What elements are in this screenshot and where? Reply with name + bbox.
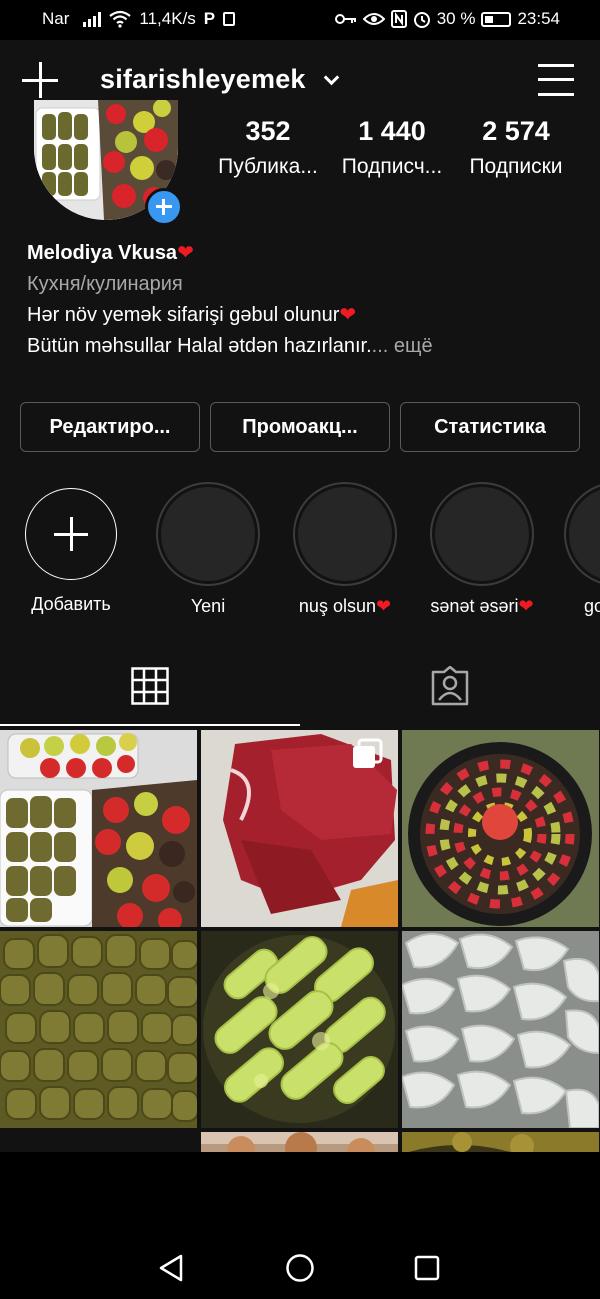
edit-profile-button[interactable]: Редактиро... <box>20 402 200 452</box>
highlight-label: nuş olsun <box>298 596 376 616</box>
highlight-ring <box>564 482 600 586</box>
profile-screen: sifarishleyemek 352 Публика... 1 440 Под… <box>0 40 600 1152</box>
status-left: Nar 11,4K/s P <box>42 9 236 29</box>
stat-following[interactable]: 2 574 Подписки <box>451 116 581 179</box>
bio-text: Hər növ yemək sifarişi gəbul olunur <box>27 304 340 326</box>
username-title[interactable]: sifarishleyemek <box>100 64 306 95</box>
promotions-button[interactable]: Промоакц... <box>210 402 390 452</box>
plus-icon <box>54 517 88 551</box>
insights-button[interactable]: Статистика <box>400 402 580 452</box>
post-thumbnail[interactable] <box>0 931 197 1128</box>
heart-emoji: ❤ <box>375 596 392 616</box>
highlight-label: Добавить <box>31 594 111 614</box>
bio-ellipsis: ... <box>371 335 389 357</box>
highlight-label: Yeni <box>190 596 226 616</box>
bio-text: Bütün məhsullar Halal ətdən hazırlanır. <box>27 335 372 357</box>
stat-label: Публика... <box>218 155 318 178</box>
highlight-ring <box>293 482 397 586</box>
highlight-nus-olsun[interactable]: nuş olsun❤ <box>290 482 400 617</box>
post-thumbnail[interactable] <box>201 1132 398 1152</box>
recents-square-icon[interactable] <box>414 1255 440 1281</box>
carrier-label: Nar <box>42 9 70 28</box>
tab-tagged[interactable] <box>300 646 600 726</box>
bio-line-2: Bütün məhsullar Halal ətdən hazırlanır..… <box>27 331 577 362</box>
post-thumbnail[interactable] <box>402 931 599 1128</box>
clock: 23:54 <box>517 9 560 28</box>
bio-line-1: Hər növ yemək sifarişi gəbul olunur❤ <box>27 300 577 331</box>
highlight-cover <box>435 487 529 581</box>
bio-category: Кухня/кулинария <box>27 273 183 295</box>
highlight-label: sənət əsəri <box>430 596 519 616</box>
wifi-icon <box>109 10 132 28</box>
heart-emoji: ❤ <box>518 596 534 616</box>
heart-emoji: ❤ <box>177 242 194 264</box>
post-thumbnail[interactable] <box>201 730 398 927</box>
display-name: Melodiya Vkusa <box>27 242 178 264</box>
sim-alert-icon <box>223 12 236 26</box>
bio-name-line: Melodiya Vkusa❤ <box>27 238 577 269</box>
profile-tabs <box>0 646 600 726</box>
signal-icon <box>83 11 102 27</box>
highlight-cover <box>161 487 255 581</box>
profile-bio: Melodiya Vkusa❤ Кухня/кулинария Hər növ … <box>27 238 577 362</box>
stat-followers[interactable]: 1 440 Подписч... <box>327 116 457 179</box>
status-bar: Nar 11,4K/s P 30 % 23:54 <box>0 0 600 40</box>
highlight-cover <box>298 487 392 581</box>
bio-more-link[interactable]: ещё <box>388 335 433 357</box>
tagged-person-icon <box>431 666 469 706</box>
highlight-label: go <box>584 596 600 616</box>
network-speed: 11,4K/s <box>139 9 196 28</box>
highlight-ring <box>156 482 260 586</box>
back-icon[interactable] <box>157 1253 185 1283</box>
dropdown-chevron-icon[interactable] <box>323 69 340 86</box>
hamburger-menu-icon[interactable] <box>538 64 574 96</box>
system-navigation-bar <box>0 1236 600 1299</box>
post-thumbnail[interactable] <box>402 1132 599 1152</box>
tab-grid[interactable] <box>0 646 300 726</box>
active-tab-indicator <box>0 724 300 726</box>
add-story-plus-icon[interactable] <box>145 188 183 226</box>
highlight-add[interactable]: Добавить <box>16 482 126 615</box>
battery-percent: 30 % <box>436 9 476 28</box>
highlight-ring <box>25 488 117 580</box>
post-thumbnail[interactable] <box>201 931 398 1128</box>
highlight-senet-eseri[interactable]: sənət əsəri❤ <box>427 482 537 617</box>
stat-number: 2 574 <box>482 116 550 146</box>
post-thumbnail[interactable] <box>402 730 599 927</box>
p-icon: P <box>203 9 216 28</box>
heart-emoji: ❤ <box>339 304 357 326</box>
key-icon <box>334 14 356 24</box>
highlight-label-row: sənət əsəri❤ <box>427 596 537 617</box>
eye-icon <box>362 13 385 25</box>
highlight-cover <box>569 487 600 581</box>
stat-label: Подписки <box>469 155 563 178</box>
battery-icon <box>481 11 512 27</box>
alarm-icon <box>413 12 430 28</box>
highlight-partial[interactable]: go <box>564 482 600 617</box>
home-circle-icon[interactable] <box>285 1253 315 1283</box>
stat-posts[interactable]: 352 Публика... <box>203 116 333 179</box>
highlight-ring <box>430 482 534 586</box>
grid-icon <box>131 667 169 705</box>
highlight-label-row: nuş olsun❤ <box>290 596 400 617</box>
new-post-plus-icon[interactable] <box>22 62 58 98</box>
status-right: 30 % 23:54 <box>334 9 560 29</box>
stat-label: Подписч... <box>341 155 443 178</box>
highlight-yeni[interactable]: Yeni <box>153 482 263 617</box>
stat-number: 1 440 <box>358 116 426 146</box>
nfc-icon <box>390 10 407 28</box>
stat-number: 352 <box>245 116 291 146</box>
post-thumbnail[interactable] <box>0 730 197 927</box>
